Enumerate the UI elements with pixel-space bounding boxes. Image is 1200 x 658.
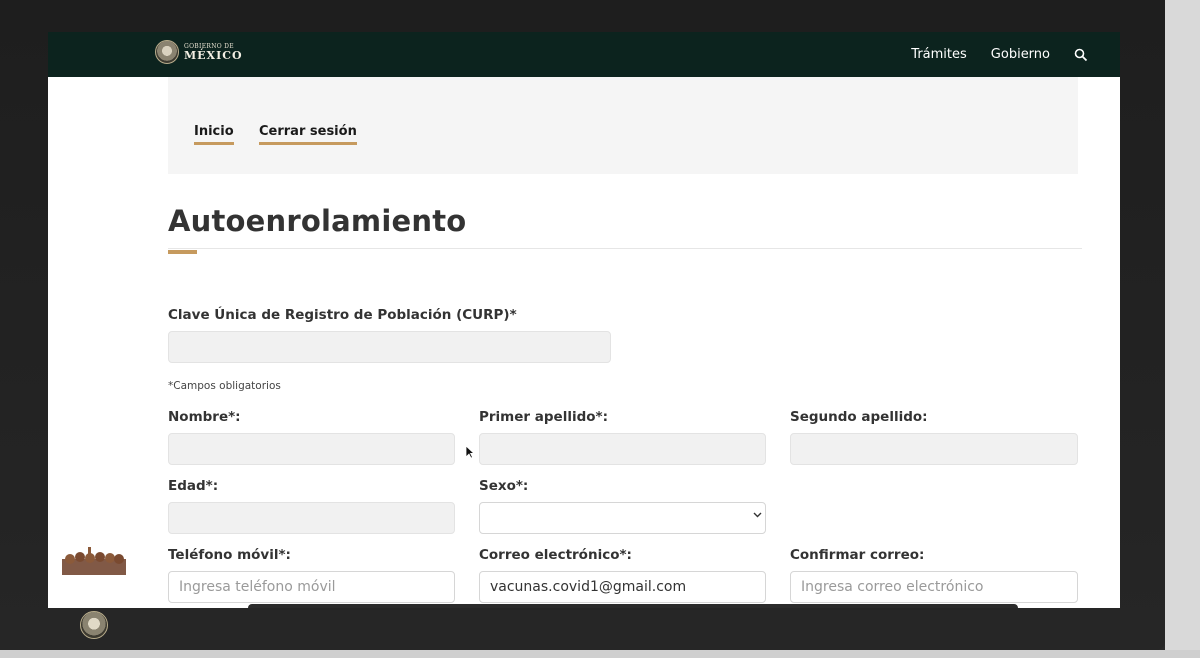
- background-right: [1165, 0, 1200, 658]
- page-title: Autoenrolamiento: [168, 204, 467, 238]
- main-nav: Trámites Gobierno: [911, 32, 1088, 77]
- screen-bottom-shadow: [248, 604, 1018, 608]
- nav-link-tramites[interactable]: Trámites: [911, 47, 967, 62]
- edad-label: Edad*:: [168, 478, 219, 494]
- browser-screen: GOBIERNO DE MÉXICO Trámites Gobierno Ini…: [48, 32, 1120, 608]
- confirmar-correo-input[interactable]: [790, 571, 1078, 603]
- primer-apellido-input[interactable]: [479, 433, 766, 465]
- subnav-link-inicio[interactable]: Inicio: [194, 124, 234, 145]
- top-navbar: GOBIERNO DE MÉXICO Trámites Gobierno: [48, 32, 1120, 77]
- background-bottom: [0, 650, 1200, 658]
- curp-label: Clave Única de Registro de Población (CU…: [168, 307, 517, 323]
- correo-input[interactable]: [479, 571, 766, 603]
- nombre-label: Nombre*:: [168, 409, 241, 425]
- primer-apellido-label: Primer apellido*:: [479, 409, 608, 425]
- sub-navigation: Inicio Cerrar sesión: [168, 77, 1078, 174]
- historical-figures-watermark: [62, 545, 126, 580]
- mouse-pointer-icon: [465, 444, 476, 463]
- logo-main-text: MÉXICO: [184, 48, 243, 62]
- nav-link-gobierno[interactable]: Gobierno: [991, 47, 1050, 62]
- coat-of-arms-icon: [155, 40, 179, 64]
- sexo-label: Sexo*:: [479, 478, 529, 494]
- correo-label: Correo electrónico*:: [479, 547, 632, 563]
- segundo-apellido-label: Segundo apellido:: [790, 409, 928, 425]
- sexo-select[interactable]: [479, 502, 766, 534]
- title-divider: [168, 248, 1082, 249]
- logo-text: GOBIERNO DE MÉXICO: [184, 43, 243, 62]
- telefono-label: Teléfono móvil*:: [168, 547, 291, 563]
- nombre-input[interactable]: [168, 433, 455, 465]
- telefono-input[interactable]: [168, 571, 455, 603]
- edad-input[interactable]: [168, 502, 455, 534]
- subnav-link-cerrar-sesion[interactable]: Cerrar sesión: [259, 124, 357, 145]
- search-icon[interactable]: [1074, 48, 1088, 62]
- curp-input[interactable]: [168, 331, 611, 363]
- title-accent-bar: [168, 250, 197, 254]
- gobierno-logo[interactable]: GOBIERNO DE MÉXICO: [155, 40, 243, 64]
- required-fields-note: *Campos obligatorios: [168, 380, 281, 392]
- segundo-apellido-input[interactable]: [790, 433, 1078, 465]
- confirmar-correo-label: Confirmar correo:: [790, 547, 925, 563]
- coat-of-arms-watermark-icon: [80, 611, 108, 639]
